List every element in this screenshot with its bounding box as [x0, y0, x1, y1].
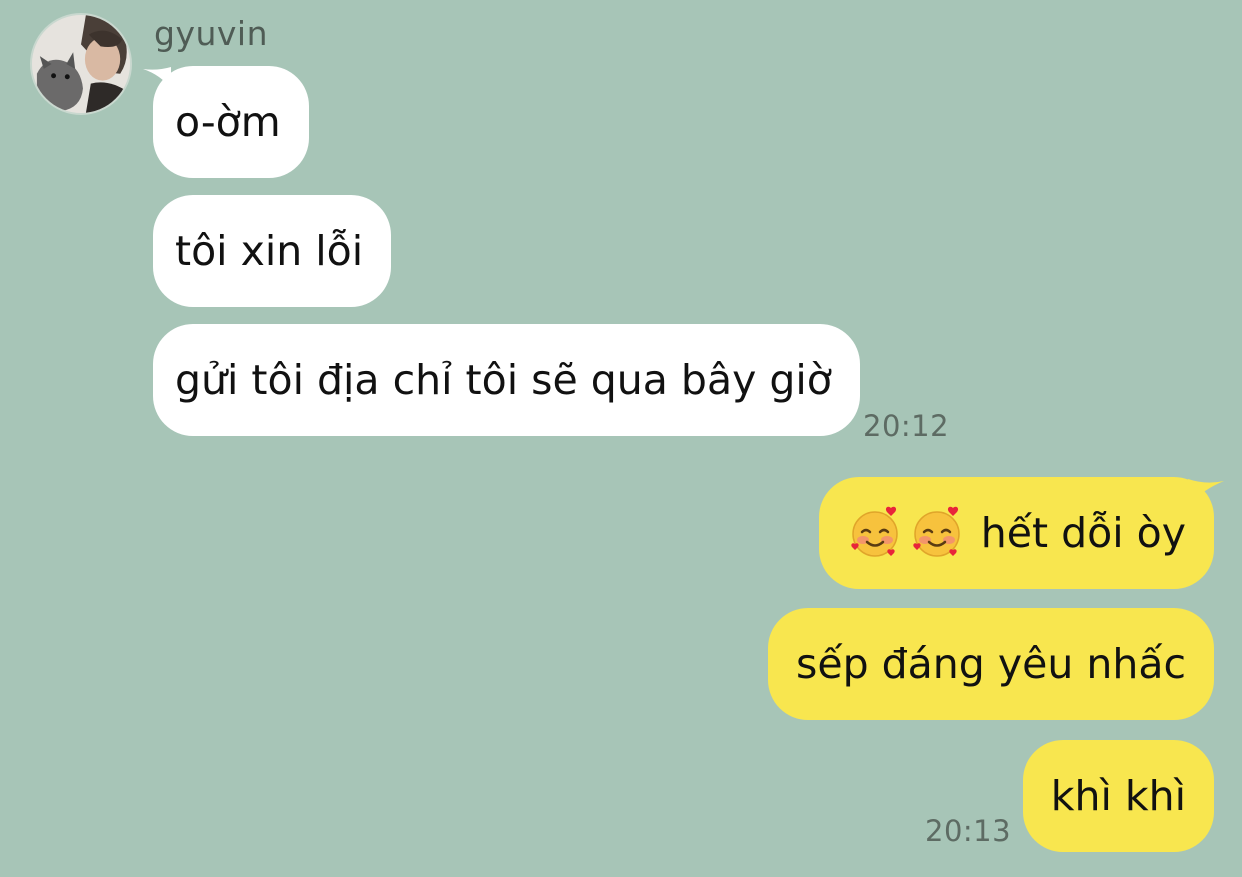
sender-name: gyuvin: [154, 14, 269, 53]
message-text: o-ờm: [175, 98, 281, 146]
smiling-face-with-hearts-icon: [847, 504, 903, 560]
message-text: hết dỗi òy: [980, 509, 1186, 557]
message-text: gửi tôi địa chỉ tôi sẽ qua bây giờ: [175, 356, 832, 404]
incoming-message-bubble[interactable]: o-ờm: [153, 66, 309, 178]
incoming-message-bubble[interactable]: tôi xin lỗi: [153, 195, 392, 307]
message-text: khì khì: [1050, 772, 1186, 820]
avatar-photo: [32, 15, 130, 113]
emoji-group: [847, 477, 971, 589]
message-timestamp: 20:13: [925, 814, 1012, 848]
outgoing-message-bubble[interactable]: khì khì: [1022, 740, 1214, 852]
message-timestamp: 20:12: [863, 409, 950, 443]
smiling-face-with-hearts-icon: [909, 504, 965, 560]
outgoing-message-bubble[interactable]: sếp đáng yêu nhấc: [768, 608, 1214, 720]
incoming-message-bubble[interactable]: gửi tôi địa chỉ tôi sẽ qua bây giờ: [153, 324, 860, 436]
message-text: tôi xin lỗi: [175, 227, 364, 275]
outgoing-message-bubble[interactable]: hết dỗi òy: [818, 477, 1214, 589]
message-text: sếp đáng yêu nhấc: [796, 640, 1186, 688]
sender-avatar[interactable]: [30, 13, 132, 115]
